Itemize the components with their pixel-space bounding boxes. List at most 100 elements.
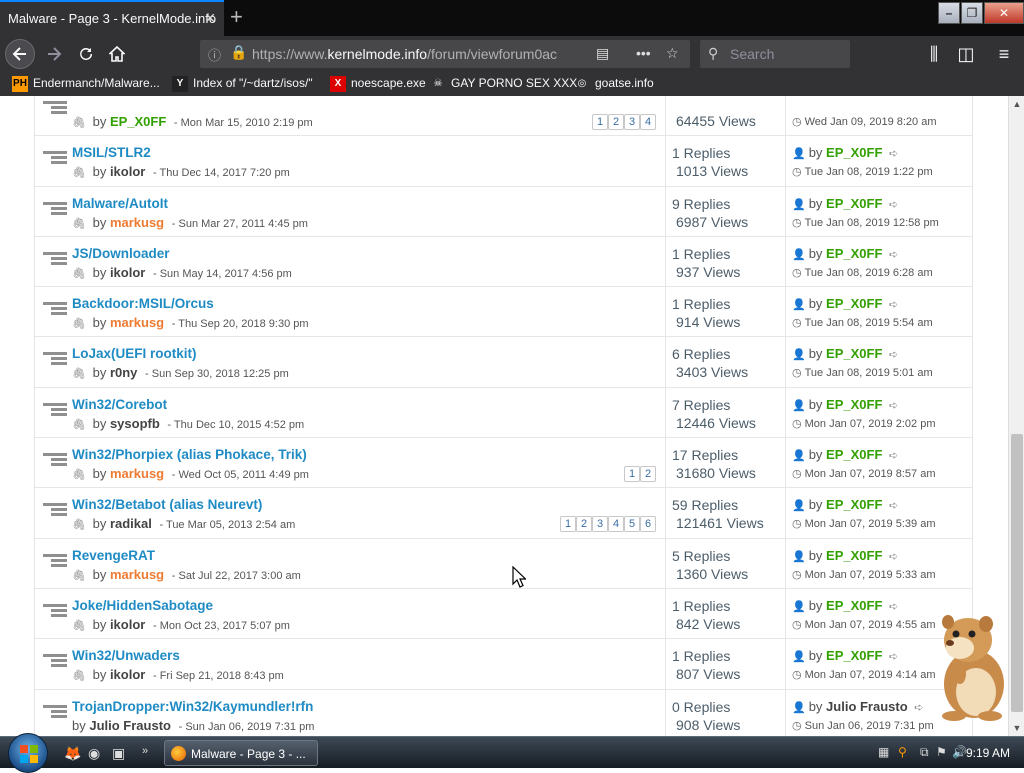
bookmark-star-icon[interactable]: ☆	[666, 45, 679, 62]
scroll-down-arrow-icon[interactable]: ▼	[1009, 720, 1024, 736]
topic-author-link[interactable]: markusg	[110, 315, 164, 330]
last-post-author-link[interactable]: Julio Frausto	[826, 699, 908, 714]
go-to-last-post-icon[interactable]: ➪	[889, 551, 898, 563]
quicklaunch-ie-icon[interactable]: ◉	[88, 745, 100, 762]
topic-title-link[interactable]: LoJax(UEFI rootkit)	[72, 346, 197, 361]
back-button[interactable]	[5, 39, 35, 69]
last-post-author-link[interactable]: EP_X0FF	[826, 548, 882, 563]
topic-title-link[interactable]: MSIL/STLR2	[72, 145, 151, 160]
topic-author-link[interactable]: ikolor	[110, 164, 145, 179]
topic-author-link[interactable]: r0ny	[110, 365, 137, 380]
go-to-last-post-icon[interactable]: ➪	[889, 148, 898, 160]
page-link[interactable]: 1	[560, 516, 576, 533]
last-post-author-link[interactable]: EP_X0FF	[826, 397, 882, 412]
sidebar-button[interactable]: ◫	[952, 40, 980, 68]
address-bar[interactable]: ⓘ 🔒 https://www.kernelmode.info/forum/vi…	[200, 40, 690, 68]
tab-close-icon[interactable]: ✕	[204, 10, 216, 27]
topic-title-link[interactable]: Backdoor:MSIL/Orcus	[72, 296, 214, 311]
quicklaunch-firefox-icon[interactable]: 🦊	[64, 745, 81, 762]
bookmark-goatse[interactable]: ◎ goatse.info	[574, 76, 654, 92]
topic-title-link[interactable]: JS/Downloader	[72, 246, 170, 261]
site-info-icon[interactable]: ⓘ	[208, 45, 221, 64]
topic-author-link[interactable]: ikolor	[110, 667, 145, 682]
page-scrollbar[interactable]: ▲ ▼	[1008, 96, 1024, 736]
maximize-button[interactable]: ❐	[961, 2, 983, 24]
page-link[interactable]: 3	[592, 516, 608, 533]
quicklaunch-expand-icon[interactable]: »	[142, 745, 148, 757]
topic-author-link[interactable]: markusg	[110, 567, 164, 582]
topic-title-link[interactable]: Malware/AutoIt	[72, 196, 168, 211]
topic-author-link[interactable]: radikal	[110, 516, 152, 531]
topic-title-link[interactable]: Win32/Phorpiex (alias Phokace, Trik)	[72, 447, 307, 462]
forward-button[interactable]	[40, 40, 68, 68]
page-actions-icon[interactable]: •••	[636, 45, 651, 61]
last-post-author-link[interactable]: EP_X0FF	[826, 447, 882, 462]
topic-author-link[interactable]: ikolor	[110, 265, 145, 280]
topic-title-link[interactable]: Win32/Unwaders	[72, 648, 180, 663]
go-to-last-post-icon[interactable]: ➪	[889, 299, 898, 311]
topic-author-link[interactable]: sysopfb	[110, 416, 160, 431]
start-button[interactable]	[8, 733, 48, 773]
last-post-author-link[interactable]: EP_X0FF	[826, 346, 882, 361]
topic-title-link[interactable]: TrojanDropper:Win32/Kaymundler!rfn	[72, 699, 313, 714]
last-post-author-link[interactable]: EP_X0FF	[826, 497, 882, 512]
tab-malware-page-3[interactable]: Malware - Page 3 - KernelMode.info ✕	[0, 0, 224, 36]
menu-button[interactable]: ≡	[990, 40, 1018, 68]
bookmark-4[interactable]: ☠ GAY PORNO SEX XXX	[430, 76, 578, 92]
topic-author-link[interactable]: EP_X0FF	[110, 114, 166, 129]
page-link[interactable]: 1	[592, 114, 608, 130]
page-link[interactable]: 1	[624, 466, 640, 483]
page-link[interactable]: 4	[640, 114, 656, 130]
tray-app-icon[interactable]: ▦	[878, 745, 889, 759]
taskbar-firefox-window[interactable]: Malware - Page 3 - ...	[164, 740, 318, 766]
go-to-last-post-icon[interactable]: ➪	[889, 500, 898, 512]
topic-title-link[interactable]: Win32/Corebot	[72, 397, 167, 412]
go-to-last-post-icon[interactable]: ➪	[889, 249, 898, 261]
go-to-last-post-icon[interactable]: ➪	[889, 400, 898, 412]
tray-search-icon[interactable]: ⚲	[898, 745, 907, 759]
topic-author-link[interactable]: Julio Frausto	[89, 718, 171, 733]
quicklaunch-desktop-icon[interactable]: ▣	[112, 745, 125, 762]
page-link[interactable]: 5	[624, 516, 640, 533]
topic-author-link[interactable]: markusg	[110, 215, 164, 230]
page-link[interactable]: 2	[608, 114, 624, 130]
page-link[interactable]: 2	[640, 466, 656, 483]
bookmark-endermanch[interactable]: PH Endermanch/Malware...	[12, 76, 160, 92]
page-link[interactable]: 4	[608, 516, 624, 533]
go-to-last-post-icon[interactable]: ➪	[889, 349, 898, 361]
last-post-author-link[interactable]: EP_X0FF	[826, 246, 882, 261]
go-to-last-post-icon[interactable]: ➪	[889, 199, 898, 211]
go-to-last-post-icon[interactable]: ➪	[889, 651, 898, 663]
page-link[interactable]: 3	[624, 114, 640, 130]
search-input[interactable]: ⚲ Search	[700, 40, 850, 68]
topic-title-link[interactable]: Joke/HiddenSabotage	[72, 598, 213, 613]
scrollbar-thumb[interactable]	[1011, 434, 1023, 712]
home-button[interactable]	[103, 40, 131, 68]
tray-flag-icon[interactable]: ⚑	[936, 745, 947, 759]
bookmark-noescape[interactable]: Xnoescape.exe	[330, 76, 426, 92]
tray-network-icon[interactable]: ⧉	[920, 745, 929, 760]
new-tab-button[interactable]: +	[230, 4, 243, 30]
last-post-author-link[interactable]: EP_X0FF	[826, 145, 882, 160]
bookmark-index-of-isos[interactable]: Y Index of "/~dartz/isos/"	[172, 76, 313, 92]
page-link[interactable]: 2	[576, 516, 592, 533]
close-window-button[interactable]: ✕	[984, 2, 1024, 24]
reader-view-icon[interactable]: ▤	[596, 45, 609, 62]
scroll-up-arrow-icon[interactable]: ▲	[1009, 96, 1024, 112]
topic-author-link[interactable]: markusg	[110, 466, 164, 481]
topic-author-link[interactable]: ikolor	[110, 617, 145, 632]
last-post-author-link[interactable]: EP_X0FF	[826, 598, 882, 613]
last-post-author-link[interactable]: EP_X0FF	[826, 296, 882, 311]
last-post-author-link[interactable]: EP_X0FF	[826, 648, 882, 663]
go-to-last-post-icon[interactable]: ➪	[889, 450, 898, 462]
tray-volume-icon[interactable]: 🔊	[952, 745, 967, 759]
library-button[interactable]: ⫼	[920, 40, 948, 68]
taskbar-clock[interactable]: 9:19 AM	[966, 746, 1010, 760]
go-to-last-post-icon[interactable]: ➪	[889, 601, 898, 613]
last-post-author-link[interactable]: EP_X0FF	[826, 196, 882, 211]
page-link[interactable]: 6	[640, 516, 656, 533]
go-to-last-post-icon[interactable]: ➪	[914, 702, 923, 714]
minimize-button[interactable]: –	[938, 2, 960, 24]
reload-button[interactable]	[72, 40, 100, 68]
topic-title-link[interactable]: RevengeRAT	[72, 548, 155, 563]
